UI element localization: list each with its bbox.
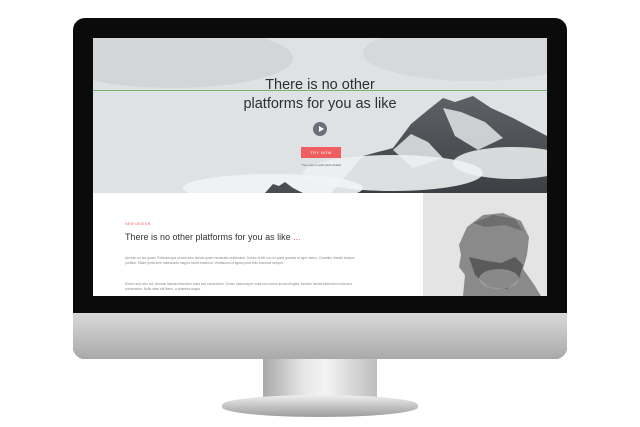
- section-title: There is no other platforms for you as l…: [125, 232, 301, 242]
- monitor-chin: [73, 313, 567, 359]
- monitor-stand-neck: [263, 359, 377, 399]
- play-button[interactable]: [313, 122, 327, 136]
- section-tag: NEW DESIGN: [125, 222, 151, 226]
- website-screen: There is no other platforms for you as l…: [93, 38, 547, 296]
- section-title-dots: ...: [293, 232, 301, 242]
- section-title-text: There is no other platforms for you as l…: [125, 232, 291, 242]
- mountain-clouds-image: [93, 38, 547, 193]
- try-now-button[interactable]: TRY NOW: [301, 147, 341, 158]
- hero-section: There is no other platforms for you as l…: [93, 38, 547, 193]
- monitor-stand-base: [222, 395, 418, 417]
- hero-title: There is no other platforms for you as l…: [170, 76, 470, 114]
- paragraph-1: Aenean eu leo quam. Pellentesque ornare …: [125, 256, 355, 265]
- play-icon: [318, 126, 324, 132]
- hero-title-line-1: There is no other: [265, 77, 375, 93]
- no-card-hint: * No need to add cards details: [300, 163, 342, 167]
- portrait-image: [423, 193, 547, 296]
- content-section: NEW DESIGN There is no other platforms f…: [93, 193, 423, 296]
- bearded-man-silhouette: [423, 193, 547, 296]
- hero-title-line-2: platforms for you as like: [243, 96, 397, 112]
- paragraph-2: Donec sed odio dui. Aenean lacinia biben…: [125, 282, 352, 291]
